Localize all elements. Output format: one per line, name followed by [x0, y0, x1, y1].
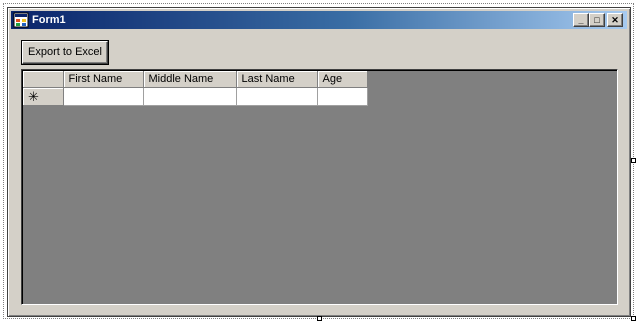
cell-age[interactable]	[317, 87, 368, 106]
column-header-middle-name[interactable]: Middle Name	[143, 71, 237, 88]
minimize-button[interactable]: _	[573, 13, 589, 27]
window-title: Form1	[32, 14, 66, 26]
close-button[interactable]: ✕	[607, 13, 623, 27]
new-row: ✳	[23, 87, 368, 106]
resize-handle-bottom[interactable]	[317, 316, 322, 321]
form-window: Form1 _ □ ✕ Export to Excel First Name M…	[7, 7, 631, 317]
cell-middle-name[interactable]	[143, 87, 237, 106]
column-header-age[interactable]: Age	[317, 71, 368, 88]
grid-header-row: First Name Middle Name Last Name Age	[23, 71, 368, 88]
maximize-button[interactable]: □	[589, 13, 605, 27]
grid-corner-header[interactable]	[23, 71, 64, 88]
cell-first-name[interactable]	[63, 87, 144, 106]
title-bar[interactable]: Form1 _ □ ✕	[11, 11, 627, 29]
form-icon	[13, 12, 29, 28]
column-header-first-name[interactable]: First Name	[63, 71, 144, 88]
export-to-excel-button[interactable]: Export to Excel	[22, 41, 108, 64]
cell-last-name[interactable]	[236, 87, 318, 106]
new-row-indicator-icon[interactable]: ✳	[23, 87, 64, 106]
data-grid[interactable]: First Name Middle Name Last Name Age ✳	[21, 69, 618, 305]
resize-handle-corner[interactable]	[631, 316, 636, 321]
resize-handle-right[interactable]	[631, 158, 636, 163]
grid-table: First Name Middle Name Last Name Age ✳	[23, 71, 368, 106]
column-header-last-name[interactable]: Last Name	[236, 71, 318, 88]
